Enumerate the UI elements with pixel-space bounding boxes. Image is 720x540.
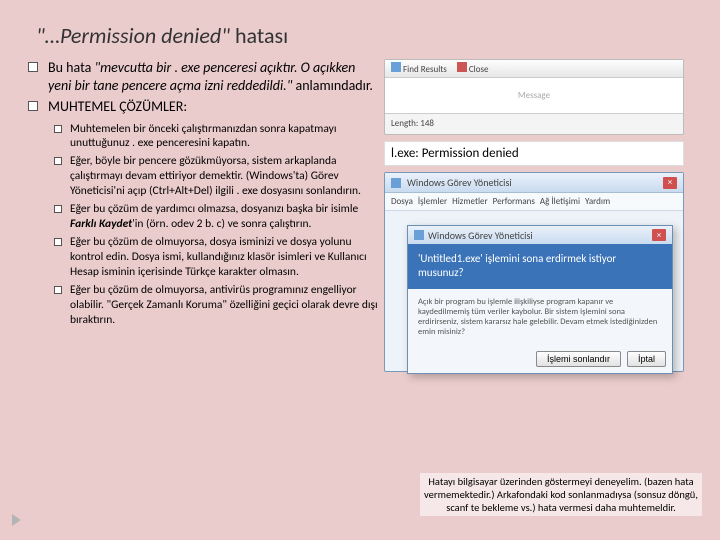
list-item: Eğer, böyle bir pencere gözükmüyorsa, si… xyxy=(54,154,378,199)
outer2: MUHTEMEL ÇÖZÜMLER: xyxy=(48,98,378,116)
confirm-question: 'Untitled1.exe' işlemini sona erdirmek i… xyxy=(408,244,672,289)
slide-title: "…Permission denied" hatası xyxy=(36,22,692,49)
close-icon[interactable]: × xyxy=(663,177,677,189)
end-process-button[interactable]: İşlemi sonlandır xyxy=(536,351,621,367)
taskmgr-icon xyxy=(414,230,424,240)
menu-item[interactable]: Ağ İletişimi xyxy=(540,196,580,210)
close-icon xyxy=(457,62,467,72)
solutions-list: Muhtemelen bir önceki çalıştırmanızdan s… xyxy=(54,122,378,328)
list-item: Eğer bu çözüm de olmuyorsa, dosya ismini… xyxy=(54,235,378,280)
taskmgr-menubar: Dosya İşlemler Hizmetler Performans Ağ İ… xyxy=(385,193,683,211)
confirm-buttons: İşlemi sonlandır İptal xyxy=(408,345,672,373)
bullet-icon xyxy=(54,157,62,165)
solution-text: Eğer bu çözüm de olmuyorsa, antivirüs pr… xyxy=(70,283,378,328)
bullet-icon xyxy=(28,62,38,72)
title-rest: hatası xyxy=(230,22,288,49)
search-icon xyxy=(391,62,401,72)
bullet-icon xyxy=(54,125,62,133)
permission-denied-line: l.exe: Permission denied xyxy=(384,141,684,166)
editor-status: Length: 148 xyxy=(385,114,683,132)
bullet-icon xyxy=(54,205,62,213)
right-column: Find Results Close Message Length: 148 l… xyxy=(384,59,684,372)
slide-marker-icon xyxy=(12,514,21,526)
outer1-lead: Bu hata xyxy=(48,59,94,76)
menu-item[interactable]: Dosya xyxy=(391,196,413,210)
bullet-error-meaning: Bu hata "mevcutta bir . exe penceresi aç… xyxy=(28,59,378,94)
length-label: Length: 148 xyxy=(391,118,434,129)
find-results-label: Find Results xyxy=(391,62,447,75)
menu-item[interactable]: Hizmetler xyxy=(452,196,488,210)
cancel-button[interactable]: İptal xyxy=(627,351,666,367)
taskmgr-title: Windows Görev Yöneticisi xyxy=(407,176,512,189)
confirm-titlebar: Windows Görev Yöneticisi × xyxy=(408,226,672,244)
bullet-solutions-header: MUHTEMEL ÇÖZÜMLER: xyxy=(28,98,378,116)
title-quote: "…Permission denied" xyxy=(36,22,230,49)
screenshot-editor: Find Results Close Message Length: 148 xyxy=(384,59,684,135)
list-item: Eğer bu çözüm de olmuyorsa, antivirüs pr… xyxy=(54,283,378,328)
taskmgr-titlebar: Windows Görev Yöneticisi × xyxy=(385,173,683,193)
solution-text: Eğer bu çözüm de yardımcı olmazsa, dosya… xyxy=(70,202,378,232)
bullet-icon xyxy=(54,286,62,294)
menu-item[interactable]: Yardım xyxy=(585,196,610,210)
confirm-body: Açık bir program bu işlemle ilişkiliyse … xyxy=(408,289,672,346)
editor-toolbar: Find Results Close xyxy=(385,60,683,78)
solution-text: Eğer bu çözüm de olmuyorsa, dosya ismini… xyxy=(70,235,378,280)
confirm-dialog: Windows Görev Yöneticisi × 'Untitled1.ex… xyxy=(407,225,673,374)
bullet-icon xyxy=(28,101,38,111)
solution-text: Muhtemelen bir önceki çalıştırmanızdan s… xyxy=(70,122,378,152)
close-icon[interactable]: × xyxy=(652,229,666,241)
taskmgr-icon xyxy=(391,178,401,188)
confirm-title: Windows Görev Yöneticisi xyxy=(428,229,533,242)
close-label: Close xyxy=(457,62,489,75)
outer1-tail: anlamındadır. xyxy=(292,77,373,94)
left-column: Bu hata "mevcutta bir . exe penceresi aç… xyxy=(28,59,378,372)
footnote: Hatayı bilgisayar üzerinden göstermeyi d… xyxy=(420,473,702,516)
menu-item[interactable]: Performans xyxy=(493,196,535,210)
bullet-icon xyxy=(54,238,62,246)
screenshot-taskmgr: Windows Görev Yöneticisi × Dosya İşlemle… xyxy=(384,172,684,372)
solution-text: Eğer, böyle bir pencere gözükmüyorsa, si… xyxy=(70,154,378,199)
menu-item[interactable]: İşlemler xyxy=(418,196,447,210)
editor-body: Message xyxy=(385,78,683,114)
list-item: Eğer bu çözüm de yardımcı olmazsa, dosya… xyxy=(54,202,378,232)
list-item: Muhtemelen bir önceki çalıştırmanızdan s… xyxy=(54,122,378,152)
